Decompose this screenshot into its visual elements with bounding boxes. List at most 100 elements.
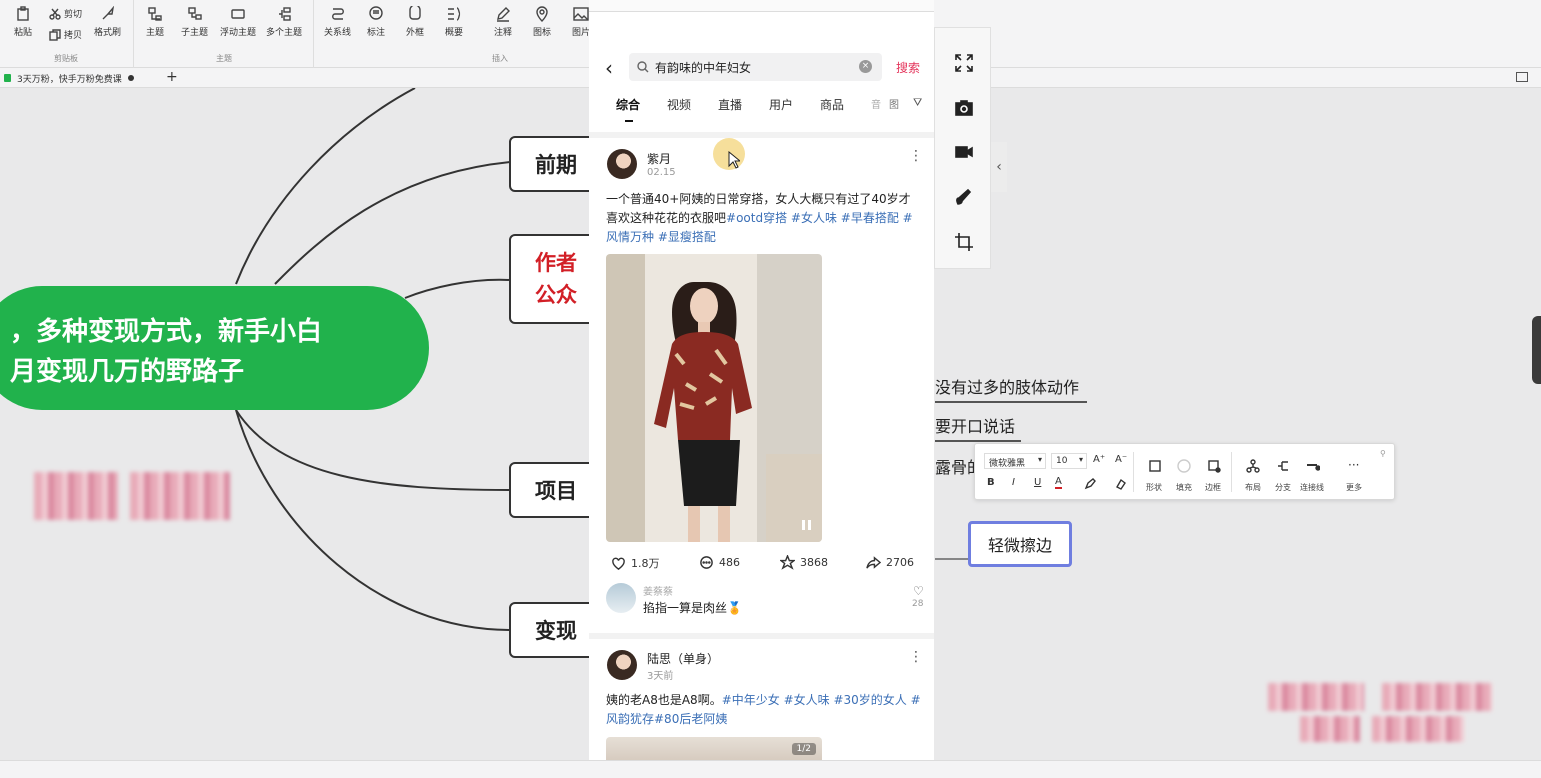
heart-icon bbox=[612, 557, 625, 570]
text-node[interactable]: 没有过多的肢体动作 bbox=[935, 374, 1087, 403]
document-tab-title: 3天万粉，快手万粉免费课 bbox=[17, 74, 122, 85]
selected-topic-node[interactable]: 轻微擦边 bbox=[968, 521, 1072, 567]
underline-button[interactable]: U bbox=[1034, 477, 1041, 488]
font-size-select[interactable]: 10 ▾ bbox=[1051, 453, 1087, 469]
sub-topic-button[interactable]: 子主题 bbox=[181, 6, 208, 38]
tab-goods[interactable]: 商品 bbox=[820, 96, 844, 113]
comment-icon bbox=[700, 556, 713, 569]
branch-label: 分支 bbox=[1275, 483, 1291, 492]
clear-search-icon[interactable]: × bbox=[859, 60, 872, 73]
tab-music[interactable]: 音 bbox=[871, 96, 881, 111]
search-input[interactable]: 有韵味的中年妇女 × bbox=[629, 53, 882, 81]
post-username[interactable]: 紫月 bbox=[647, 150, 671, 167]
topic-node[interactable]: 变现 bbox=[509, 602, 599, 658]
tab-image[interactable]: 图 bbox=[889, 96, 899, 111]
avatar[interactable] bbox=[607, 149, 637, 179]
boundary-button[interactable]: 外框 bbox=[406, 6, 424, 38]
branch-line bbox=[235, 409, 511, 491]
more-dots-icon[interactable]: ··· bbox=[1348, 458, 1359, 472]
topic-node[interactable]: 前期 bbox=[509, 136, 599, 192]
comment-button[interactable]: 486 bbox=[699, 555, 740, 570]
border-icon[interactable] bbox=[1207, 458, 1221, 473]
highlight-icon[interactable] bbox=[1083, 476, 1097, 490]
side-drawer-handle[interactable] bbox=[1532, 316, 1541, 384]
filter-icon[interactable]: ⛛ bbox=[913, 96, 922, 110]
section-separator bbox=[589, 132, 934, 138]
add-tab-button[interactable]: + bbox=[166, 69, 178, 85]
multi-topic-button[interactable]: 多个主题 bbox=[266, 6, 302, 38]
tab-user[interactable]: 用户 bbox=[769, 96, 793, 113]
search-button[interactable]: 搜索 bbox=[896, 59, 920, 76]
blurred-watermark bbox=[1268, 683, 1364, 711]
layout-icon[interactable] bbox=[1246, 458, 1260, 473]
panel-toggle-icon[interactable] bbox=[1516, 72, 1528, 82]
topic-node[interactable]: 作者 公众 bbox=[509, 234, 599, 324]
blurred-watermark bbox=[1382, 683, 1492, 711]
more-options-icon[interactable]: ⋮ bbox=[909, 148, 923, 164]
copy-button[interactable]: 拷贝 bbox=[49, 28, 82, 41]
paste-button[interactable]: 粘贴 bbox=[14, 6, 32, 38]
central-topic[interactable]: ，多种变现方式，新手小白 月变现几万的野路子 bbox=[0, 286, 429, 410]
document-tab[interactable]: 3天万粉，快手万粉免费课 bbox=[4, 70, 134, 86]
crop-icon[interactable] bbox=[954, 232, 974, 252]
callout-button[interactable]: 标注 bbox=[367, 6, 385, 38]
back-icon[interactable]: ‹ bbox=[605, 56, 613, 80]
avatar[interactable] bbox=[607, 650, 637, 680]
clipboard-group: 粘贴 剪切 拷贝 格式刷 剪贴板 bbox=[0, 0, 134, 68]
note-button[interactable]: 注释 bbox=[494, 6, 512, 38]
main-topic-button[interactable]: 主题 bbox=[146, 6, 164, 38]
search-icon bbox=[637, 61, 649, 73]
relation-icon bbox=[331, 8, 344, 20]
connector-icon[interactable] bbox=[1306, 458, 1321, 472]
text-node[interactable]: 露骨的 bbox=[935, 454, 983, 481]
tab-live[interactable]: 直播 bbox=[718, 96, 742, 113]
collapse-panel-button[interactable]: ‹ bbox=[991, 142, 1007, 192]
avatar[interactable] bbox=[606, 583, 636, 613]
text-node[interactable]: 要开口说话 bbox=[935, 413, 1021, 442]
divider bbox=[1231, 452, 1232, 492]
image-button[interactable]: 图片 bbox=[572, 6, 590, 38]
fullscreen-icon[interactable] bbox=[954, 53, 974, 73]
summary-button[interactable]: 概要 bbox=[445, 6, 463, 38]
floating-format-toolbar: 微软雅黑 ▾ 10 ▾ A⁺ A⁻ B I U A 形状 填充 边框 布局 分支 连… bbox=[974, 443, 1395, 500]
pin-icon[interactable]: ⚲ bbox=[1380, 449, 1386, 458]
font-color-button[interactable]: A bbox=[1055, 476, 1062, 489]
more-label: 更多 bbox=[1346, 483, 1362, 492]
image-icon bbox=[573, 7, 589, 21]
scissors-icon bbox=[49, 8, 61, 20]
like-button[interactable]: 1.8万 bbox=[611, 555, 660, 571]
floating-topic-button[interactable]: 浮动主题 bbox=[220, 6, 256, 38]
font-family-select[interactable]: 微软雅黑 ▾ bbox=[984, 453, 1046, 469]
marker-button[interactable]: 图标 bbox=[533, 6, 551, 38]
bold-button[interactable]: B bbox=[987, 477, 995, 488]
branch-icon[interactable] bbox=[1276, 458, 1290, 472]
comment-like-icon[interactable]: ♡ bbox=[913, 584, 924, 598]
format-painter-button[interactable]: 格式刷 bbox=[94, 6, 121, 38]
comment-username[interactable]: 姜蔡蔡 bbox=[643, 583, 673, 598]
brush-icon[interactable] bbox=[954, 187, 974, 207]
tab-comprehensive[interactable]: 综合 bbox=[616, 96, 640, 113]
cut-button[interactable]: 剪切 bbox=[49, 7, 82, 20]
shape-icon[interactable] bbox=[1148, 458, 1162, 472]
video-camera-icon[interactable] bbox=[954, 142, 974, 162]
favorite-button[interactable]: 3868 bbox=[780, 555, 828, 570]
italic-button[interactable]: I bbox=[1012, 477, 1015, 488]
floating-topic-icon bbox=[231, 9, 245, 19]
file-icon bbox=[4, 74, 11, 82]
post-image[interactable] bbox=[606, 254, 822, 542]
post-username[interactable]: 陆思（单身） bbox=[647, 650, 719, 667]
more-options-icon[interactable]: ⋮ bbox=[909, 649, 923, 665]
clear-format-icon[interactable] bbox=[1114, 476, 1128, 490]
fill-icon[interactable] bbox=[1177, 458, 1191, 473]
topic-group: 主题 子主题 浮动主题 多个主题 主题 bbox=[134, 0, 314, 68]
insert-group: 关系线 标注 外框 概要 注释 图标 图片 插入 bbox=[314, 0, 594, 68]
share-button[interactable]: 2706 bbox=[866, 555, 914, 570]
tab-video[interactable]: 视频 bbox=[667, 96, 691, 113]
location-pin-icon bbox=[536, 6, 548, 22]
chevron-down-icon: ▾ bbox=[1037, 455, 1042, 464]
increase-font-button[interactable]: A⁺ bbox=[1093, 454, 1105, 465]
camera-icon[interactable] bbox=[954, 98, 974, 118]
decrease-font-button[interactable]: A⁻ bbox=[1115, 454, 1127, 465]
topic-node[interactable]: 项目 bbox=[509, 462, 599, 518]
relation-line-button[interactable]: 关系线 bbox=[324, 6, 351, 38]
